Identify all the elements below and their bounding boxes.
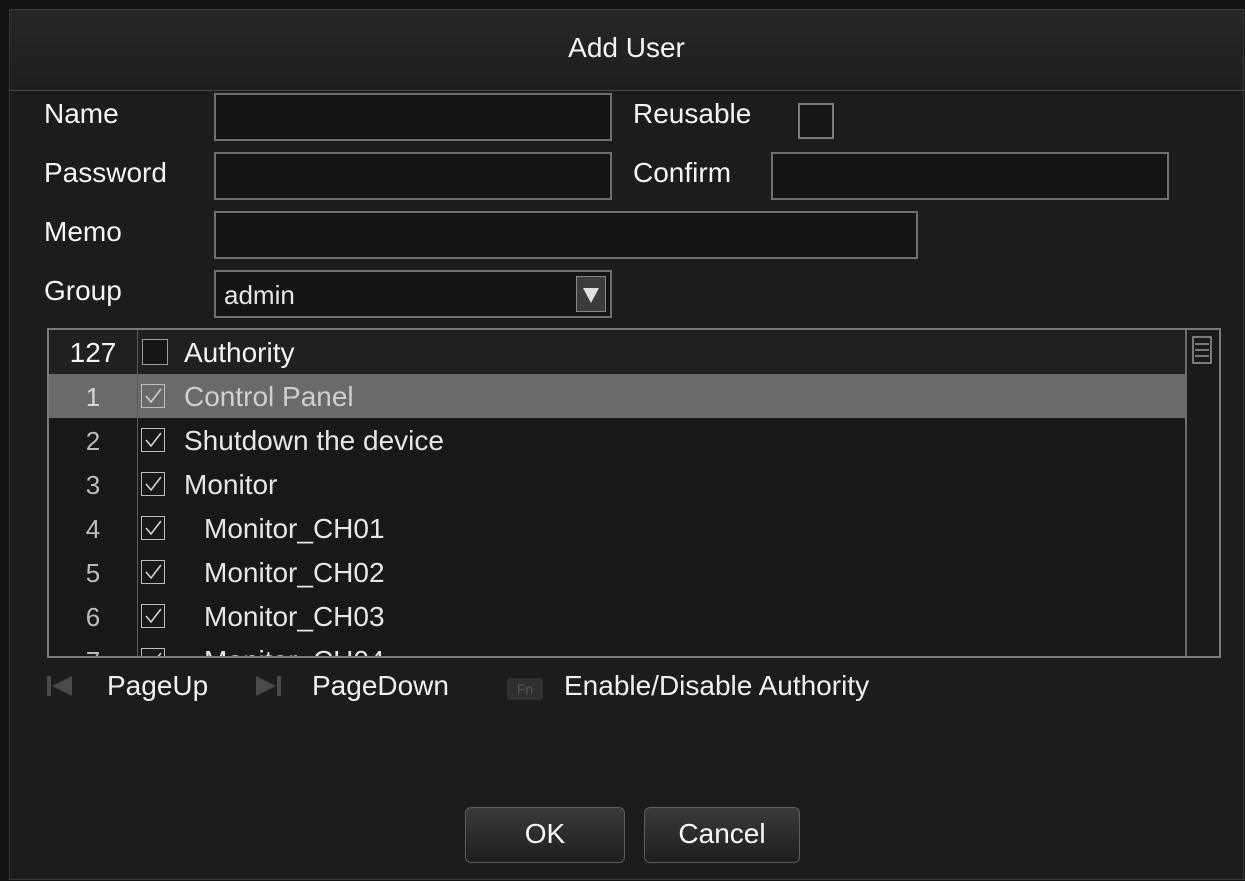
toggle-authority-hint: Enable/Disable Authority xyxy=(564,670,870,701)
authority-row[interactable]: 1 Control Panel xyxy=(49,374,1187,418)
checkmark-icon xyxy=(145,608,162,624)
memo-input[interactable] xyxy=(216,213,916,257)
authority-row[interactable]: 4 Monitor_CH01 xyxy=(49,506,1187,550)
title-bar: Add User xyxy=(10,10,1243,91)
authority-row-checkbox[interactable] xyxy=(141,384,165,408)
dialog-title: Add User xyxy=(568,32,685,63)
authority-row[interactable]: 2 Shutdown the device xyxy=(49,418,1187,462)
authority-row-number: 2 xyxy=(85,426,101,456)
authority-row-number: 6 xyxy=(85,602,101,632)
memo-field[interactable] xyxy=(214,211,918,259)
authority-list[interactable]: 127 Authority 1 Control Panel 2 Shutdown th… xyxy=(47,328,1221,658)
svg-text:Fn: Fn xyxy=(517,681,533,697)
authority-row-checkbox[interactable] xyxy=(141,516,165,540)
authority-row-checkbox[interactable] xyxy=(141,604,165,628)
password-field[interactable] xyxy=(214,152,612,200)
confirm-field[interactable] xyxy=(771,152,1169,200)
authority-row-checkbox[interactable] xyxy=(141,648,165,656)
authority-row[interactable]: 6 Monitor_CH03 xyxy=(49,594,1187,638)
authority-row-label: Monitor_CH04 xyxy=(204,645,385,656)
authority-row-number: 3 xyxy=(85,470,101,500)
authority-row-checkbox[interactable] xyxy=(141,428,165,452)
memo-label: Memo xyxy=(44,216,122,247)
confirm-input[interactable] xyxy=(773,154,1167,198)
authority-row-label: Monitor_CH01 xyxy=(204,513,385,544)
name-input[interactable] xyxy=(216,95,610,139)
authority-row-label: Control Panel xyxy=(184,381,354,412)
skip-forward-icon[interactable] xyxy=(254,674,282,698)
group-selected-value: admin xyxy=(224,280,295,310)
fn-key-icon: Fn xyxy=(507,678,543,700)
authority-row-checkbox[interactable] xyxy=(141,560,165,584)
checkmark-icon xyxy=(145,564,162,580)
skip-back-icon[interactable] xyxy=(46,674,74,698)
authority-row[interactable]: 7 Monitor_CH04 xyxy=(49,638,1187,656)
authority-row-number: 5 xyxy=(85,558,101,588)
ok-button[interactable]: OK xyxy=(465,807,625,863)
checkmark-icon xyxy=(145,432,162,448)
checkmark-icon xyxy=(157,652,162,656)
group-label: Group xyxy=(44,275,122,306)
confirm-label: Confirm xyxy=(633,157,732,188)
reusable-label: Reusable xyxy=(633,98,752,129)
authority-row-number: 7 xyxy=(49,646,137,656)
authority-count: 127 xyxy=(69,337,117,368)
authority-list-header: 127 Authority xyxy=(49,330,1187,375)
reusable-checkbox[interactable] xyxy=(798,103,834,139)
checkmark-icon xyxy=(145,520,162,536)
password-input[interactable] xyxy=(216,154,610,198)
select-all-checkbox[interactable] xyxy=(142,339,168,365)
authority-row-number: 4 xyxy=(85,514,101,544)
cancel-button[interactable]: Cancel xyxy=(644,807,800,863)
authority-row[interactable]: 5 Monitor_CH02 xyxy=(49,550,1187,594)
authority-row-label: Monitor xyxy=(184,469,278,500)
pagedown-hint: PageDown xyxy=(312,670,449,701)
authority-row[interactable]: 3 Monitor xyxy=(49,462,1187,506)
authority-row-label: Shutdown the device xyxy=(184,425,444,456)
name-label: Name xyxy=(44,98,119,129)
authority-header-label: Authority xyxy=(184,337,295,368)
authority-row-number: 1 xyxy=(85,382,101,412)
password-label: Password xyxy=(44,157,167,188)
authority-row-label: Monitor_CH02 xyxy=(204,557,385,588)
scrollbar[interactable] xyxy=(1185,330,1219,656)
menu-lines-icon xyxy=(1192,336,1212,364)
authority-row-label: Monitor_CH03 xyxy=(204,601,385,632)
checkmark-icon xyxy=(145,476,162,492)
name-field[interactable] xyxy=(214,93,612,141)
checkmark-icon xyxy=(145,388,162,404)
pageup-hint: PageUp xyxy=(107,670,209,701)
triangle-down-icon[interactable] xyxy=(576,276,606,312)
authority-row-checkbox[interactable] xyxy=(141,472,165,496)
group-select[interactable]: admin xyxy=(214,270,612,318)
add-user-dialog: Add User Name Reusable Password Confirm … xyxy=(9,9,1244,880)
